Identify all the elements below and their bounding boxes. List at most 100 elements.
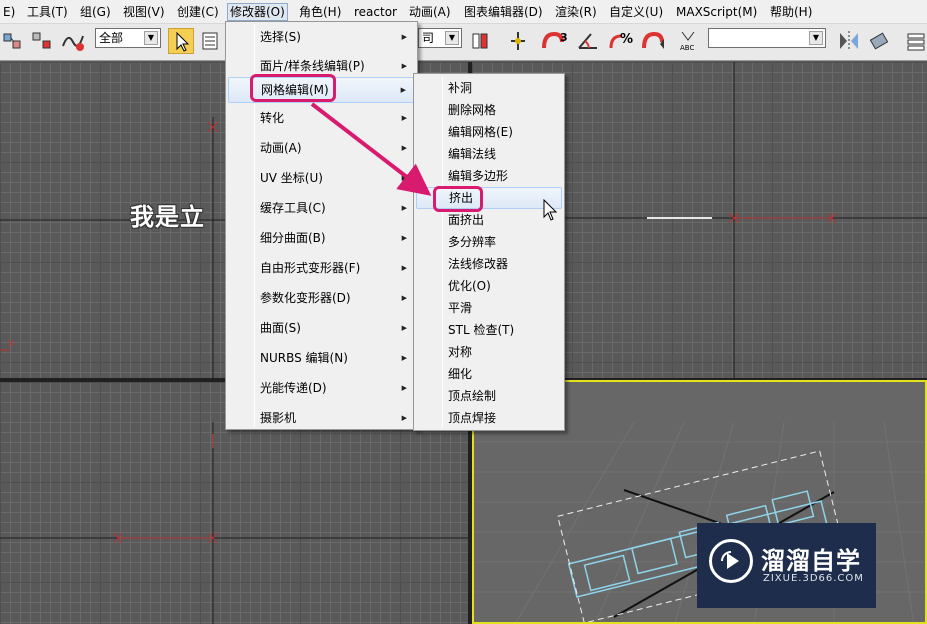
submenu-item-optimize[interactable]: 优化(O) xyxy=(416,275,562,297)
menu-rendering[interactable]: 渲染(R) xyxy=(552,3,600,21)
menu-item-subdivision[interactable]: 细分曲面(B) ▶ xyxy=(228,225,415,251)
submenu-item-normal-modifier[interactable]: 法线修改器 xyxy=(416,253,562,275)
menu-item-label: 缓存工具(C) xyxy=(260,201,326,215)
align-icon[interactable] xyxy=(868,28,894,54)
menu-item-radiosity[interactable]: 光能传递(D) ▶ xyxy=(228,375,415,401)
snaps-toggle-icon[interactable]: 3 xyxy=(540,28,570,54)
submenu-item-smooth[interactable]: 平滑 xyxy=(416,297,562,319)
manipulate-icon[interactable] xyxy=(505,28,531,54)
menu-character[interactable]: 角色(H) xyxy=(296,3,344,21)
submenu-item-label: 顶点绘制 xyxy=(448,389,497,403)
text-object-preview: 我是立 xyxy=(130,203,205,231)
submenu-item-edit-mesh[interactable]: 编辑网格(E) xyxy=(416,121,562,143)
menu-edit[interactable]: E) xyxy=(0,3,18,21)
menu-modifiers[interactable]: 修改器(O) xyxy=(227,3,288,21)
bind-space-warp-icon[interactable] xyxy=(60,28,86,54)
select-object-button[interactable] xyxy=(168,28,194,54)
menu-animation[interactable]: 动画(A) xyxy=(406,3,454,21)
submenu-item-label: 细化 xyxy=(448,367,473,381)
main-toolbar: 全部 ▼ 司 ▼ 3 % ABC ▼ xyxy=(0,24,927,61)
menu-item-label: 面片/样条线编辑(P) xyxy=(260,59,365,73)
submenu-item-cap-holes[interactable]: 补洞 xyxy=(416,77,562,99)
submenu-item-tessellate[interactable]: 细化 xyxy=(416,363,562,385)
submenu-item-face-extrude[interactable]: 面挤出 xyxy=(416,209,562,231)
submenu-item-label: 补洞 xyxy=(448,81,473,95)
menu-item-animation[interactable]: 动画(A) ▶ xyxy=(228,135,415,161)
menu-create[interactable]: 创建(C) xyxy=(174,3,222,21)
angle-snap-icon[interactable] xyxy=(575,28,603,54)
percent-snap-icon[interactable]: % xyxy=(607,28,635,54)
watermark-url: ZIXUE.3D66.COM xyxy=(763,573,864,584)
menu-item-nurbs-editing[interactable]: NURBS 编辑(N) ▶ xyxy=(228,345,415,371)
play-logo-icon xyxy=(709,539,753,583)
watermark-title: 溜溜自学 xyxy=(761,547,861,575)
submenu-arrow-icon: ▶ xyxy=(401,114,407,122)
menu-maxscript[interactable]: MAXScript(M) xyxy=(673,3,760,21)
submenu-item-multires[interactable]: 多分辨率 xyxy=(416,231,562,253)
menu-item-label: UV 坐标(U) xyxy=(260,171,323,185)
submenu-arrow-icon: ▶ xyxy=(401,234,407,242)
edit-named-sets-icon[interactable]: ABC xyxy=(678,28,704,54)
menu-views[interactable]: 视图(V) xyxy=(120,3,168,21)
menu-item-label: 曲面(S) xyxy=(260,321,301,335)
submenu-arrow-icon: ▶ xyxy=(401,62,407,70)
submenu-item-vertex-weld[interactable]: 顶点焊接 xyxy=(416,407,562,429)
submenu-item-edit-normals[interactable]: 编辑法线 xyxy=(416,143,562,165)
submenu-item-label: 删除网格 xyxy=(448,103,497,117)
submenu-item-label: 面挤出 xyxy=(448,213,485,227)
submenu-arrow-icon: ▶ xyxy=(401,384,407,392)
submenu-arrow-icon: ▶ xyxy=(401,354,407,362)
menu-item-surface[interactable]: 曲面(S) ▶ xyxy=(228,315,415,341)
selection-filter-dropdown[interactable]: 全部 ▼ xyxy=(95,28,161,48)
submenu-arrow-icon: ▶ xyxy=(401,414,407,422)
menu-item-uv-coordinates[interactable]: UV 坐标(U) ▶ xyxy=(228,165,415,191)
watermark-logo: 溜溜自学 ZIXUE.3D66.COM xyxy=(697,523,876,608)
mesh-editing-submenu: 补洞 删除网格 编辑网格(E) 编辑法线 编辑多边形 挤出 面挤出 多分辨率 法… xyxy=(413,73,565,431)
submenu-item-edit-poly[interactable]: 编辑多边形 xyxy=(416,165,562,187)
submenu-item-label: 多分辨率 xyxy=(448,235,497,249)
submenu-item-symmetry[interactable]: 对称 xyxy=(416,341,562,363)
select-link-icon[interactable] xyxy=(2,28,24,54)
select-by-name-icon[interactable] xyxy=(199,28,223,54)
menu-item-conversion[interactable]: 转化 ▶ xyxy=(228,105,415,131)
menu-item-free-form-deformers[interactable]: 自由形式变形器(F) ▶ xyxy=(228,255,415,281)
menu-group[interactable]: 组(G) xyxy=(77,3,114,21)
submenu-item-label: 平滑 xyxy=(448,301,473,315)
submenu-item-stl-check[interactable]: STL 检查(T) xyxy=(416,319,562,341)
svg-text:ABC: ABC xyxy=(680,44,694,52)
submenu-item-label: 对称 xyxy=(448,345,473,359)
submenu-item-delete-mesh[interactable]: 删除网格 xyxy=(416,99,562,121)
chevron-down-icon: ▼ xyxy=(144,31,158,45)
menu-tools[interactable]: 工具(T) xyxy=(24,3,71,21)
layer-manager-icon[interactable] xyxy=(905,28,927,54)
axis-x-label: x xyxy=(8,338,14,349)
unlink-icon[interactable] xyxy=(30,28,54,54)
menu-reactor[interactable]: reactor xyxy=(351,3,400,21)
submenu-arrow-icon: ▶ xyxy=(401,324,407,332)
mirror-icon[interactable] xyxy=(836,28,862,54)
menu-item-label: 动画(A) xyxy=(260,141,302,155)
submenu-arrow-icon: ▶ xyxy=(401,144,407,152)
menu-item-selection[interactable]: 选择(S) ▶ xyxy=(228,24,415,50)
named-selection-sets-dropdown[interactable]: ▼ xyxy=(708,28,826,48)
selection-filter-value: 全部 xyxy=(99,31,124,45)
spinner-snap-icon[interactable] xyxy=(640,28,668,54)
ref-coord-dropdown[interactable]: 司 ▼ xyxy=(418,28,462,48)
menu-item-label: 参数化变形器(D) xyxy=(260,291,351,305)
menu-item-label: NURBS 编辑(N) xyxy=(260,351,348,365)
submenu-arrow-icon: ▶ xyxy=(401,33,407,41)
menu-graph-editors[interactable]: 图表编辑器(D) xyxy=(461,3,546,21)
pivot-center-icon[interactable] xyxy=(468,28,492,54)
menu-item-cameras[interactable]: 摄影机 ▶ xyxy=(228,405,415,431)
submenu-arrow-icon: ▶ xyxy=(401,204,407,212)
submenu-item-vertex-paint[interactable]: 顶点绘制 xyxy=(416,385,562,407)
menu-item-cache-tools[interactable]: 缓存工具(C) ▶ xyxy=(228,195,415,221)
menu-help[interactable]: 帮助(H) xyxy=(767,3,815,21)
submenu-item-label: STL 检查(T) xyxy=(448,323,515,337)
chevron-down-icon: ▼ xyxy=(809,31,823,45)
submenu-item-label: 法线修改器 xyxy=(448,257,509,271)
callout-mesh-editing xyxy=(250,74,336,102)
menu-customize[interactable]: 自定义(U) xyxy=(606,3,666,21)
menu-item-parametric-deformers[interactable]: 参数化变形器(D) ▶ xyxy=(228,285,415,311)
submenu-item-label: 编辑网格(E) xyxy=(448,125,513,139)
